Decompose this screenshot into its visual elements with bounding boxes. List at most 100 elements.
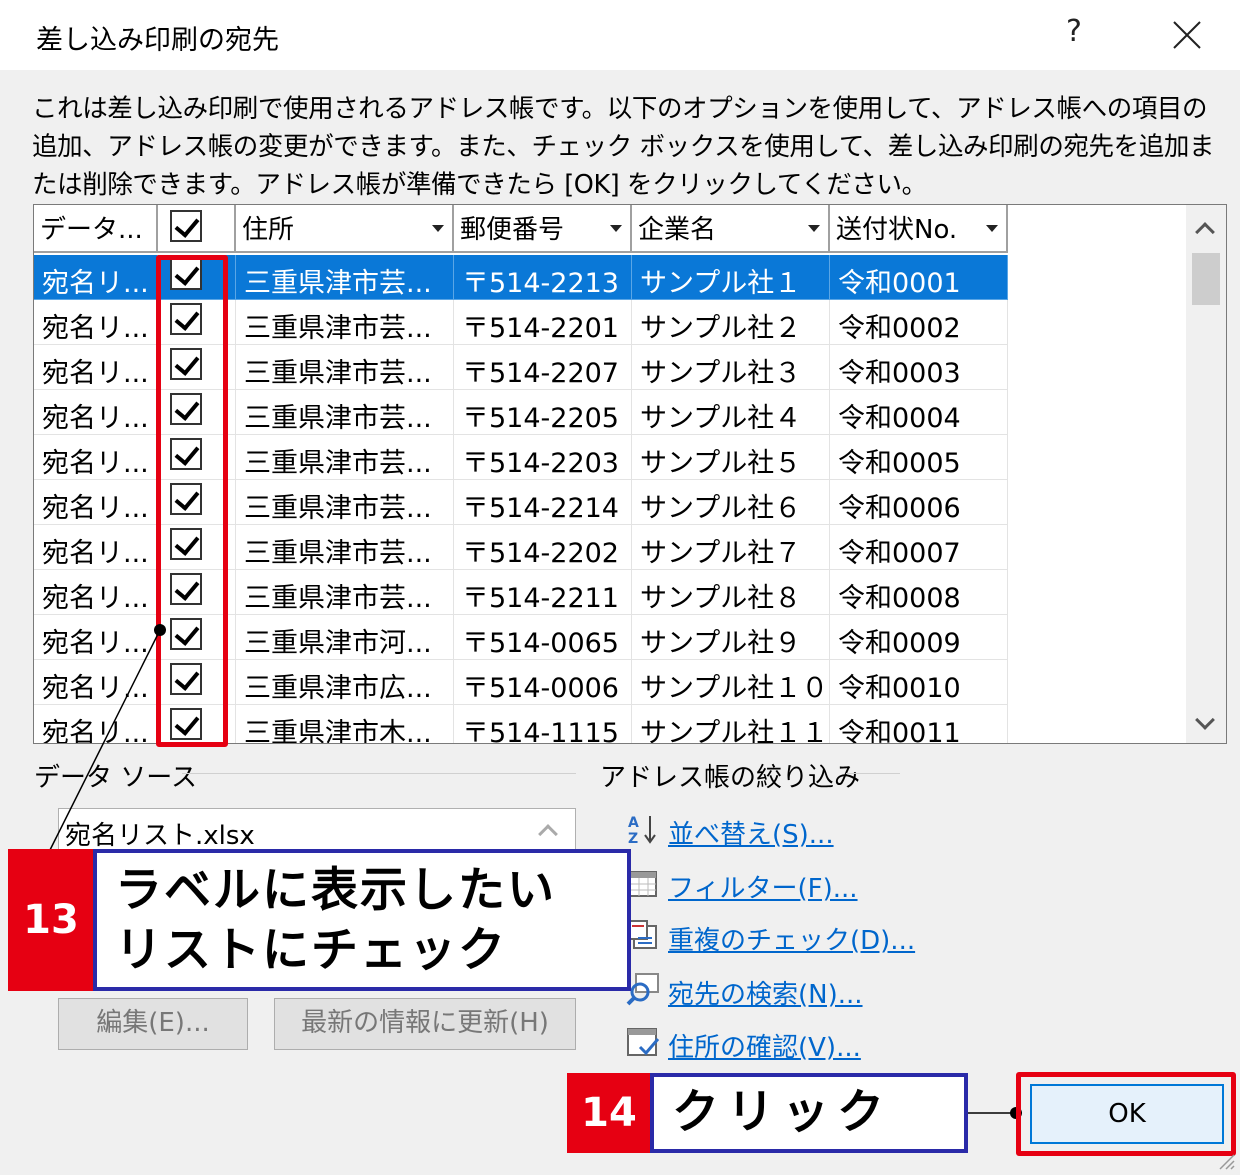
callout-line: ラベルに表示したい	[115, 863, 556, 918]
duplicate-check-icon	[628, 920, 657, 949]
cell-address: 三重県津市広...	[236, 660, 454, 705]
cell-data-source: 宛名リ...	[34, 660, 158, 705]
sort-az-icon: A Z	[628, 815, 656, 846]
dropdown-arrow-icon[interactable]	[610, 225, 622, 232]
callout-instruction: ラベルに表示したい リストにチェック	[93, 849, 631, 991]
cell-postal-code: 〒514-2211	[454, 570, 632, 615]
cell-cover-letter-no: 令和0011	[830, 705, 1008, 743]
cell-postal-code: 〒514-2202	[454, 525, 632, 570]
cell-data-source: 宛名リ...	[34, 435, 158, 480]
cell-cover-letter-no: 令和0001	[830, 255, 1008, 300]
scroll-down-icon[interactable]	[1195, 710, 1215, 730]
cell-cover-letter-no: 令和0005	[830, 435, 1008, 480]
cell-address: 三重県津市芸...	[236, 570, 454, 615]
recipient-list-header: データ... 住所 郵便番号 企業名 送付状No.	[34, 205, 1008, 253]
cell-postal-code: 〒514-2201	[454, 300, 632, 345]
step-number-badge: 14	[567, 1073, 651, 1153]
filter-icon	[629, 871, 657, 897]
data-source-item[interactable]: 宛名リスト.xlsx	[65, 821, 255, 851]
resize-grip-icon[interactable]	[1216, 1151, 1236, 1171]
cell-company: サンプル社１１	[632, 705, 830, 743]
column-header-company[interactable]: 企業名	[632, 205, 830, 253]
search-icon	[626, 973, 659, 1006]
data-source-list[interactable]: 宛名リスト.xlsx	[58, 808, 576, 854]
checkbox-column-highlight	[156, 255, 228, 747]
svg-text:Z: Z	[628, 831, 638, 846]
cell-data-source: 宛名リ...	[34, 255, 158, 300]
column-header-select-all[interactable]	[158, 205, 236, 253]
cell-data-source: 宛名リ...	[34, 615, 158, 660]
divider	[846, 773, 900, 774]
cell-cover-letter-no: 令和0006	[830, 480, 1008, 525]
cell-cover-letter-no: 令和0010	[830, 660, 1008, 705]
scroll-thumb[interactable]	[1192, 253, 1220, 305]
select-all-checkbox[interactable]	[170, 210, 202, 242]
data-source-heading: データ ソース	[34, 763, 197, 793]
cell-address: 三重県津市芸...	[236, 480, 454, 525]
cell-postal-code: 〒514-2213	[454, 255, 632, 300]
cell-address: 三重県津市木...	[236, 705, 454, 743]
filter-link[interactable]: フィルター(F)...	[668, 868, 858, 905]
cell-postal-code: 〒514-2214	[454, 480, 632, 525]
dropdown-arrow-icon[interactable]	[432, 225, 444, 232]
cell-data-source: 宛名リ...	[34, 525, 158, 570]
cell-company: サンプル社６	[632, 480, 830, 525]
validate-address-link[interactable]: 住所の確認(V)...	[668, 1027, 861, 1064]
cell-data-source: 宛名リ...	[34, 480, 158, 525]
cell-postal-code: 〒514-2205	[454, 390, 632, 435]
refresh-button[interactable]: 最新の情報に更新(H)	[274, 998, 576, 1050]
cell-cover-letter-no: 令和0002	[830, 300, 1008, 345]
cell-data-source: 宛名リ...	[34, 300, 158, 345]
cell-postal-code: 〒514-2203	[454, 435, 632, 480]
description-text: これは差し込み印刷で使用されるアドレス帳です。以下のオプションを使用して、アドレ…	[32, 94, 1215, 200]
cell-cover-letter-no: 令和0004	[830, 390, 1008, 435]
find-recipient-link[interactable]: 宛先の検索(N)...	[668, 974, 863, 1011]
svg-text:A: A	[628, 815, 639, 831]
ok-button[interactable]: OK	[1030, 1084, 1224, 1144]
window-title: 差し込み印刷の宛先	[36, 25, 279, 56]
refine-heading: アドレス帳の絞り込み	[600, 763, 861, 793]
duplicate-check-link[interactable]: 重複のチェック(D)...	[668, 920, 915, 957]
cell-company: サンプル社４	[632, 390, 830, 435]
cell-company: サンプル社１	[632, 255, 830, 300]
cell-address: 三重県津市芸...	[236, 525, 454, 570]
column-header-postal-code[interactable]: 郵便番号	[454, 205, 632, 253]
callout-instruction: クリック	[650, 1073, 968, 1153]
dropdown-arrow-icon[interactable]	[808, 225, 820, 232]
cell-data-source: 宛名リ...	[34, 570, 158, 615]
column-header-address[interactable]: 住所	[236, 205, 454, 253]
divider	[182, 773, 576, 774]
cell-company: サンプル社７	[632, 525, 830, 570]
cell-cover-letter-no: 令和0009	[830, 615, 1008, 660]
step-number-badge: 13	[8, 849, 94, 991]
cell-cover-letter-no: 令和0007	[830, 525, 1008, 570]
cell-data-source: 宛名リ...	[34, 390, 158, 435]
vertical-scrollbar[interactable]	[1186, 205, 1226, 743]
cell-address: 三重県津市芸...	[236, 435, 454, 480]
validate-address-icon	[627, 1028, 660, 1056]
column-header-cover-letter-no[interactable]: 送付状No.	[830, 205, 1008, 253]
title-bar: 差し込み印刷の宛先 ?	[0, 0, 1240, 70]
sort-link[interactable]: 並べ替え(S)...	[668, 814, 834, 851]
cell-address: 三重県津市河...	[236, 615, 454, 660]
cell-address: 三重県津市芸...	[236, 300, 454, 345]
cell-company: サンプル社５	[632, 435, 830, 480]
cell-company: サンプル社９	[632, 615, 830, 660]
cell-cover-letter-no: 令和0003	[830, 345, 1008, 390]
column-header-data-source[interactable]: データ...	[34, 205, 158, 253]
cell-cover-letter-no: 令和0008	[830, 570, 1008, 615]
cell-company: サンプル社８	[632, 570, 830, 615]
cell-postal-code: 〒514-2207	[454, 345, 632, 390]
edit-button[interactable]: 編集(E)...	[58, 998, 248, 1050]
dropdown-arrow-icon[interactable]	[986, 225, 998, 232]
callout-line: リストにチェック	[115, 923, 507, 978]
cell-data-source: 宛名リ...	[34, 345, 158, 390]
scroll-up-icon[interactable]	[538, 824, 558, 844]
cell-postal-code: 〒514-1115	[454, 705, 632, 743]
help-button[interactable]: ?	[1066, 14, 1082, 49]
cell-data-source: 宛名リ...	[34, 705, 158, 743]
close-icon[interactable]	[1170, 18, 1204, 52]
cell-address: 三重県津市芸...	[236, 390, 454, 435]
cell-company: サンプル社２	[632, 300, 830, 345]
scroll-up-icon[interactable]	[1195, 222, 1215, 242]
